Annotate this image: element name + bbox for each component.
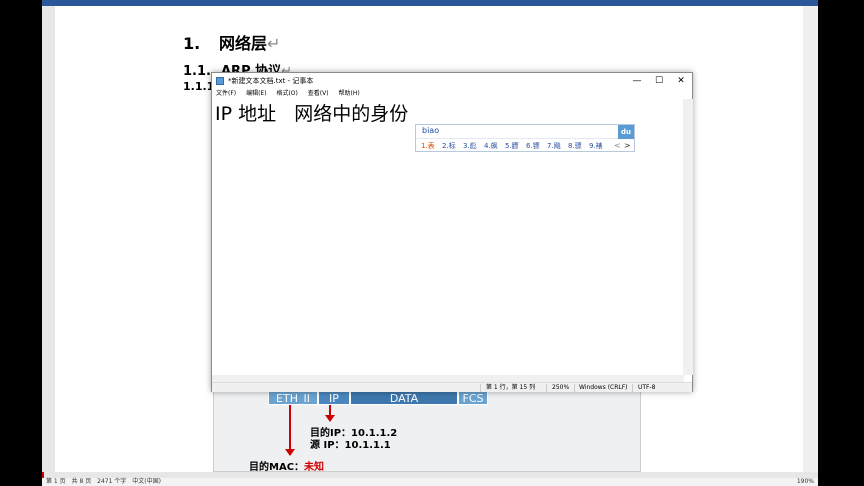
ime-candidate-3[interactable]: 3.彪	[463, 140, 477, 152]
status-cursor-position: 第 1 行，第 15 列	[486, 384, 536, 391]
status-page[interactable]: 第 1 页	[46, 478, 66, 485]
ime-candidate-1[interactable]: 1.表	[421, 140, 435, 152]
status-word-count[interactable]: 2471 个字	[97, 478, 126, 485]
menu-view[interactable]: 查看(V)	[308, 89, 329, 99]
status-separator	[574, 384, 575, 392]
heading-1-number: 1.	[183, 34, 201, 53]
notepad-content: IP 地址 网络中的身份	[215, 103, 409, 125]
dst-mac-text: 目的MAC：未知	[249, 458, 324, 473]
status-language[interactable]: 中文(中国)	[132, 478, 161, 485]
menu-format[interactable]: 格式(O)	[276, 89, 297, 99]
close-button[interactable]: ✕	[670, 73, 692, 89]
ime-candidate-6[interactable]: 6.镖	[526, 140, 540, 152]
ime-composition-row: biao du	[416, 125, 634, 139]
packet-ip-field: IP	[318, 391, 350, 405]
paragraph-mark: ↵	[267, 34, 281, 53]
arrow-line-mac	[289, 405, 291, 455]
menu-file[interactable]: 文件(F)	[216, 89, 236, 99]
notepad-status-bar: 第 1 行，第 15 列 250% Windows (CRLF) UTF-8	[212, 382, 692, 392]
heading-1-text: 网络层	[219, 34, 268, 53]
notepad-app-icon	[216, 77, 224, 85]
status-encoding: UTF-8	[638, 384, 656, 391]
status-separator	[546, 384, 547, 392]
status-separator	[480, 384, 481, 392]
ime-candidate-9[interactable]: 9.裱	[589, 140, 603, 152]
ime-prev-page-icon[interactable]: <	[614, 140, 621, 152]
src-ip-text: 源 IP：10.1.1.1	[310, 440, 391, 451]
notepad-titlebar[interactable]: *新建文本文档.txt - 记事本 — ☐ ✕	[212, 73, 692, 89]
ime-candidate-5[interactable]: 5.膘	[505, 140, 519, 152]
ime-candidate-2[interactable]: 2.标	[442, 140, 456, 152]
status-notepad-zoom: 250%	[552, 384, 570, 391]
ime-candidate-8[interactable]: 8.骠	[568, 140, 582, 152]
ime-next-page-icon[interactable]: >	[624, 140, 631, 152]
heading-3-number: 1.1.1	[183, 80, 215, 93]
notepad-title: *新建文本文档.txt - 记事本	[228, 77, 314, 85]
ime-logo-icon[interactable]: du	[618, 125, 634, 139]
word-vertical-scrollbar[interactable]	[803, 6, 818, 472]
menu-help[interactable]: 帮助(H)	[339, 89, 360, 99]
ime-candidate-window: biao du 1.表 2.标 3.彪 4.飙 5.膘 6.镖 7.飚 8.骠 …	[415, 124, 635, 152]
ime-pinyin-input: biao	[422, 126, 440, 135]
ime-candidate-4[interactable]: 4.飙	[484, 140, 498, 152]
dst-mac-value: 未知	[304, 462, 325, 473]
packet-fcs-field: FCS	[458, 391, 488, 405]
status-total-pages: 共 8 页	[71, 478, 92, 485]
heading-1: 1. 网络层↵	[183, 30, 280, 54]
minimize-button[interactable]: —	[626, 73, 648, 89]
arrow-head-ip	[325, 415, 335, 422]
arp-figure: ETH_II IP DATA FCS 目的IP：10.1.1.2 源 IP：10…	[213, 390, 641, 473]
packet-data-field: DATA	[350, 391, 458, 405]
maximize-button[interactable]: ☐	[648, 73, 670, 89]
arrow-head-mac	[285, 449, 295, 456]
left-black-border	[0, 0, 42, 486]
word-status-bar: 第 1 页 共 8 页 2471 个字 中文(中国) 190%	[42, 478, 818, 486]
heading-3: 1.1.1	[183, 80, 214, 93]
status-separator	[632, 384, 633, 392]
status-line-ending: Windows (CRLF)	[579, 384, 628, 391]
dst-mac-label: 目的MAC：	[249, 462, 305, 473]
menu-edit[interactable]: 编辑(E)	[246, 89, 266, 99]
notepad-menubar: 文件(F) 编辑(E) 格式(O) 查看(V) 帮助(H)	[212, 89, 692, 99]
notepad-vertical-scrollbar[interactable]	[683, 99, 693, 375]
status-zoom[interactable]: 190%	[797, 478, 814, 486]
notepad-window: *新建文本文档.txt - 记事本 — ☐ ✕ 文件(F) 编辑(E) 格式(O…	[211, 72, 693, 392]
packet-eth-field: ETH_II	[268, 391, 318, 405]
right-black-border	[818, 0, 864, 486]
ime-candidate-7[interactable]: 7.飚	[547, 140, 561, 152]
